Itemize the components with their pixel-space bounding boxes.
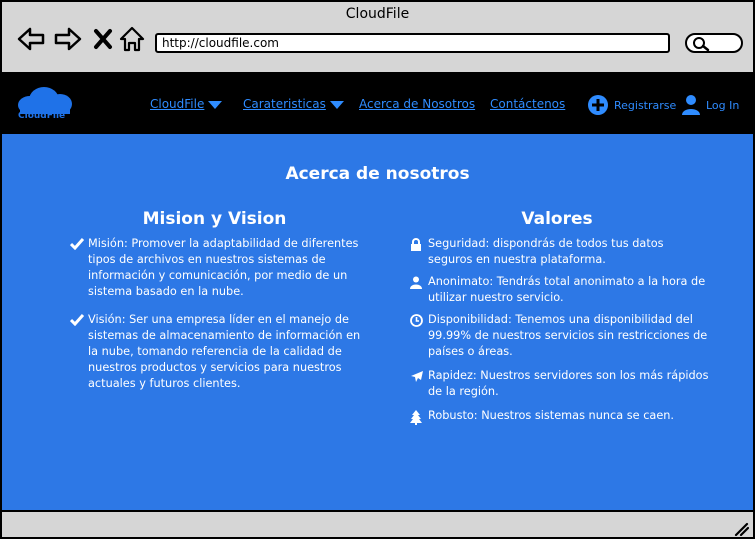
menu-caracteristicas[interactable]: Carateristicas (243, 97, 344, 111)
main-content: Acerca de nosotros Mision y Vision Valor… (2, 134, 753, 510)
tree-icon (410, 410, 422, 425)
values-title: Valores (521, 209, 593, 229)
forward-button[interactable] (53, 26, 83, 52)
mission-vision-title: Mision y Vision (142, 209, 287, 229)
browser-window: CloudFile http://cloudfile.com CloudFile… (0, 0, 755, 539)
mission-item: Misión: Promover la adaptabilidad de dif… (69, 236, 370, 300)
user-icon (410, 276, 422, 289)
home-button[interactable] (117, 26, 147, 52)
status-bar (2, 510, 753, 537)
close-icon (94, 29, 112, 49)
value-availability: Disponibilidad: Tenemos una disponibilid… (410, 312, 710, 360)
value-speed-text: Rapidez: Nuestros servidores son los más… (428, 369, 709, 398)
mission-text: Misión: Promover la adaptabilidad de dif… (88, 237, 359, 298)
login-button[interactable]: Log In (681, 94, 739, 116)
home-icon (119, 26, 145, 52)
value-anonymity-text: Anonimato: Tendrás total anonimato a la … (428, 275, 706, 304)
search-icon (693, 37, 710, 52)
arrow-right-icon (54, 27, 82, 51)
register-button[interactable]: Registrarse (587, 94, 676, 116)
page-title: Acerca de nosotros (285, 164, 470, 184)
value-security-text: Seguridad: dispondrás de todos tus datos… (428, 237, 664, 266)
lock-icon (411, 238, 421, 251)
menu-acerca[interactable]: Acerca de Nosotros (359, 97, 475, 111)
back-button[interactable] (16, 26, 46, 52)
search-field[interactable] (685, 33, 743, 53)
site-header: CloudFile CloudFile Carateristicas Acerc… (2, 74, 753, 134)
menu-cloudfile[interactable]: CloudFile (150, 97, 223, 111)
menu-caracteristicas-label: Carateristicas (243, 97, 326, 111)
caret-down-icon (208, 100, 223, 109)
resize-grip-icon[interactable] (733, 522, 749, 536)
check-icon (69, 314, 85, 327)
login-label: Log In (706, 98, 740, 112)
value-availability-text: Disponibilidad: Tenemos una disponibilid… (428, 313, 708, 358)
stop-button[interactable] (88, 26, 118, 52)
plus-circle-icon (588, 95, 608, 115)
browser-toolbar: CloudFile http://cloudfile.com (2, 2, 753, 74)
menu-contactenos[interactable]: Contáctenos (490, 97, 565, 111)
value-speed: Rapidez: Nuestros servidores son los más… (410, 368, 710, 400)
check-icon (69, 238, 85, 251)
caret-down-icon (329, 100, 344, 109)
value-security: Seguridad: dispondrás de todos tus datos… (410, 236, 710, 268)
arrow-left-icon (17, 27, 45, 51)
plane-icon (411, 371, 423, 382)
vision-text: Visión: Ser una empresa líder en el mane… (88, 313, 361, 390)
clock-icon (410, 314, 423, 327)
register-label: Registrarse (614, 98, 677, 112)
value-anonymity: Anonimato: Tendrás total anonimato a la … (410, 274, 710, 306)
value-robust-text: Robusto: Nuestros sistemas nunca se caen… (428, 409, 675, 422)
menu-cloudfile-label: CloudFile (150, 97, 205, 111)
address-bar[interactable]: http://cloudfile.com (155, 33, 670, 53)
vision-item: Visión: Ser una empresa líder en el mane… (69, 312, 370, 392)
value-robust: Robusto: Nuestros sistemas nunca se caen… (410, 408, 710, 430)
logo-text: CloudFile (18, 111, 66, 121)
user-icon (682, 95, 700, 115)
window-title: CloudFile (345, 6, 410, 22)
